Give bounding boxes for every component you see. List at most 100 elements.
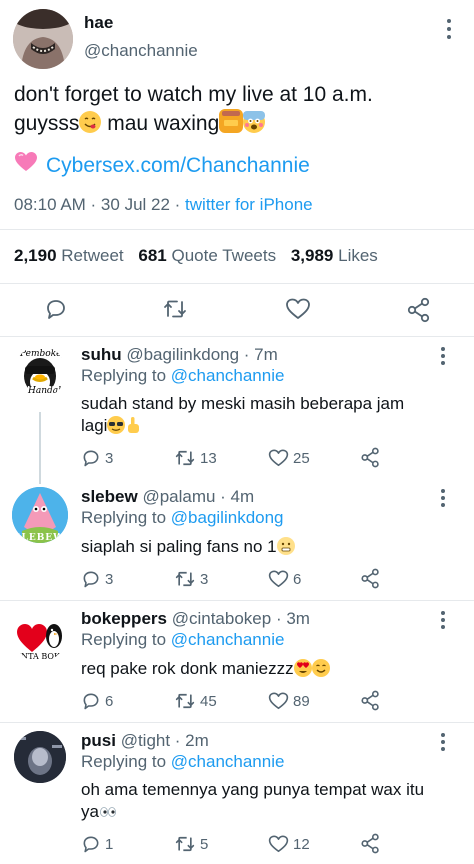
sunglasses-emoji xyxy=(107,416,126,434)
divider xyxy=(0,336,474,337)
share-button[interactable] xyxy=(360,833,381,854)
more-vertical-icon[interactable] xyxy=(438,610,448,632)
reply-button[interactable]: 3 xyxy=(81,448,113,468)
share-icon xyxy=(361,447,379,468)
retweet-count: 13 xyxy=(200,449,217,467)
replying-to-label: Replying to xyxy=(81,752,171,771)
tweet-link-row: Cybersex.com/Chanchannie xyxy=(14,151,310,181)
tweet-timestamp[interactable]: 08:10 AM · 30 Jul 22 · xyxy=(14,195,185,214)
reply-text: req pake rok donk maniezzz xyxy=(81,658,330,680)
author-avatar[interactable] xyxy=(13,9,73,69)
tweet-text-line-2: guysss mau waxing xyxy=(14,109,464,138)
like-count: 89 xyxy=(293,692,310,710)
tweet-meta: 08:10 AM · 30 Jul 22 · twitter for iPhon… xyxy=(14,195,313,215)
reply-text-line-2-row: ya xyxy=(81,801,451,824)
reply-time: · 2m xyxy=(170,731,209,750)
retweet-button[interactable]: 3 xyxy=(174,569,208,589)
eyes-emoji xyxy=(99,802,117,824)
retweet-count: 3 xyxy=(200,570,209,588)
reply-handle[interactable]: @palamu xyxy=(142,487,215,506)
replying-to-label: Replying to xyxy=(81,508,171,527)
tweet-link[interactable]: Cybersex.com/Chanchannie xyxy=(46,152,310,180)
quotes-stat[interactable]: 681 Quote Tweets xyxy=(138,246,276,265)
reply-handle[interactable]: @cintabokep xyxy=(172,609,272,628)
reply-count: 1 xyxy=(105,835,114,853)
more-vertical-icon[interactable] xyxy=(444,18,454,40)
author-handle[interactable]: @chanchannie xyxy=(84,41,198,61)
share-icon xyxy=(407,297,430,323)
like-button[interactable]: 25 xyxy=(268,448,310,468)
retweet-button[interactable]: 13 xyxy=(174,448,217,468)
reply-display-name[interactable]: pusi xyxy=(81,731,116,750)
reply-header: pusi @tight · 2m xyxy=(81,731,209,751)
reply-avatar[interactable]: Pembokep Handal xyxy=(14,346,66,398)
reply-display-name[interactable]: bokeppers xyxy=(81,609,167,628)
like-icon xyxy=(268,835,289,853)
more-vertical-icon[interactable] xyxy=(438,732,448,754)
reply-button[interactable]: 6 xyxy=(81,691,113,711)
reply-avatar[interactable]: INTA BOKE xyxy=(14,610,66,662)
tweet-text-line-2b: mau waxing xyxy=(107,112,220,135)
retweet-button[interactable]: 45 xyxy=(174,691,217,711)
reply-count: 3 xyxy=(105,570,114,588)
retweet-icon xyxy=(175,836,195,852)
share-button[interactable] xyxy=(360,568,381,589)
share-button[interactable] xyxy=(406,297,432,323)
more-vertical-icon[interactable] xyxy=(438,346,448,368)
reply-header: slebew @palamu · 4m xyxy=(81,487,254,507)
thread-line xyxy=(39,412,41,484)
replying-to: Replying to @chanchannie xyxy=(81,630,284,650)
reply-text: siaplah si paling fans no 1 xyxy=(81,536,295,558)
reply-header: suhu @bagilinkdong · 7m xyxy=(81,345,278,365)
reply-avatar[interactable] xyxy=(14,731,66,783)
share-button[interactable] xyxy=(360,447,381,468)
retweet-button[interactable] xyxy=(162,297,188,321)
scared-face-emoji xyxy=(243,111,266,133)
like-button[interactable]: 6 xyxy=(268,569,301,589)
grimacing-emoji xyxy=(276,537,295,555)
more-vertical-icon[interactable] xyxy=(438,488,448,510)
tweet-stats: 2,190 Retweet 681 Quote Tweets 3,989 Lik… xyxy=(14,246,378,266)
reply-text: oh ama temennya yang punya tempat wax it… xyxy=(81,779,451,824)
tweet-source[interactable]: twitter for iPhone xyxy=(185,195,313,214)
tweet-text-line-2a: guysss xyxy=(14,112,80,135)
likes-stat[interactable]: 3,989 Likes xyxy=(291,246,378,265)
replying-to-handle[interactable]: @chanchannie xyxy=(171,630,285,649)
retweets-stat[interactable]: 2,190 Retweet xyxy=(14,246,124,265)
like-button[interactable]: 12 xyxy=(268,834,310,854)
tweet-text-line-1: don't forget to watch my live at 10 a.m. xyxy=(14,83,373,106)
reply-text: sudah stand by meski masih beberapa jam … xyxy=(81,393,441,440)
reply-display-name[interactable]: slebew xyxy=(81,487,138,506)
retweet-button[interactable]: 5 xyxy=(174,834,208,854)
author-display-name[interactable]: hae xyxy=(84,13,113,33)
reply-button[interactable] xyxy=(44,297,68,321)
like-button[interactable] xyxy=(285,297,311,321)
heart-eyes-emoji xyxy=(293,659,312,677)
divider xyxy=(0,283,474,284)
reply-button[interactable]: 1 xyxy=(81,834,113,854)
tweet-text: don't forget to watch my live at 10 a.m.… xyxy=(14,80,464,138)
reply-avatar[interactable]: SLEBEW xyxy=(12,487,68,543)
like-count: 12 xyxy=(293,835,310,853)
retweets-count: 2,190 xyxy=(14,246,57,265)
avatar-caption-bottom: Handal xyxy=(28,386,62,396)
reply-text-line-1: req pake rok donk maniezzz xyxy=(81,659,294,678)
like-count: 25 xyxy=(293,449,310,467)
divider xyxy=(0,229,474,230)
like-button[interactable]: 89 xyxy=(268,691,310,711)
replying-to-handle[interactable]: @chanchannie xyxy=(171,752,285,771)
reply-display-name[interactable]: suhu xyxy=(81,345,122,364)
reply-handle[interactable]: @tight xyxy=(121,731,170,750)
reply-handle[interactable]: @bagilinkdong xyxy=(126,345,239,364)
share-icon xyxy=(361,690,379,711)
share-button[interactable] xyxy=(360,690,381,711)
share-icon xyxy=(361,833,379,854)
replying-to-handle[interactable]: @bagilinkdong xyxy=(171,508,284,527)
reply-count: 3 xyxy=(105,449,114,467)
reply-icon xyxy=(83,836,99,853)
reply-time: · 3m xyxy=(271,609,310,628)
retweet-icon xyxy=(164,300,186,318)
replying-to: Replying to @chanchannie xyxy=(81,366,284,386)
replying-to-handle[interactable]: @chanchannie xyxy=(171,366,285,385)
reply-button[interactable]: 3 xyxy=(81,569,113,589)
